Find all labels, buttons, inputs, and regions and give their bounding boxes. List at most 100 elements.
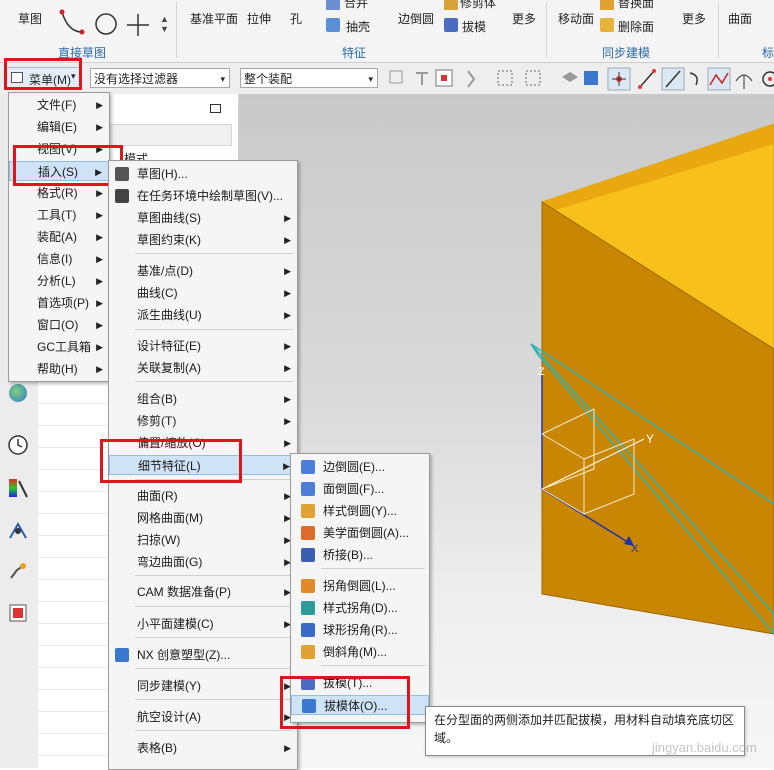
menu-item-草图[interactable]: 草图(H)... (109, 164, 297, 184)
replace-face-button[interactable]: 替换面 (600, 0, 670, 12)
menu-item-label: 草图(H)... (137, 167, 188, 181)
unite-icon (326, 0, 340, 10)
menu-item-面倒圆[interactable]: 面倒圆(F)... (291, 479, 429, 499)
menu-item-label: 工具(T) (37, 208, 77, 222)
delete-face-button[interactable]: 删除面 (600, 16, 670, 34)
menu-item-label: 文件(F) (37, 98, 77, 112)
roles-robot-icon[interactable] (7, 560, 29, 582)
chevron-right-icon: ▶ (284, 213, 291, 223)
menu-item-label: 窗口(O) (37, 318, 79, 332)
menu-item-桥接[interactable]: 桥接(B)... (291, 545, 429, 565)
unite-button[interactable]: 合并 (326, 0, 386, 12)
menu-separator (135, 575, 293, 576)
menu-item-label: 草图曲线(S) (137, 211, 201, 225)
chevron-right-icon: ▶ (96, 342, 103, 352)
axis-label-x: X (631, 543, 639, 555)
menu-item-在任务环境中绘制草图[interactable]: 在任务环境中绘制草图(V)... (109, 186, 297, 206)
web-browser-icon[interactable] (9, 384, 27, 402)
menu-item-草图曲线[interactable]: 草图曲线(S) ▶ (109, 208, 297, 228)
replace-face-label: 替换面 (618, 0, 655, 10)
menu-item-首选项[interactable]: 首选项(P) ▶ (9, 293, 109, 313)
menu-item-小平面建模[interactable]: 小平面建模(C) ▶ (109, 614, 297, 634)
assembly-scope-select[interactable]: 整个装配 ▾ (240, 68, 378, 88)
menu-item-label: 修剪(T) (137, 414, 177, 428)
more-button-feature[interactable]: 更多 (510, 0, 540, 40)
face-blend-icon (301, 482, 315, 496)
menu-item-格式[interactable]: 格式(R) ▶ (9, 183, 109, 203)
menu-item-label: 弯边曲面(G) (137, 555, 203, 569)
menu-item-关联复制[interactable]: 关联复制(A) ▶ (109, 358, 297, 378)
sketch-label: 草图 (18, 12, 43, 26)
menu-item-label: 同步建模(Y) (137, 679, 201, 693)
selection-tools-icon[interactable] (386, 67, 774, 91)
shell-button[interactable]: 抽壳 (326, 16, 386, 34)
visualization-palette-icon[interactable] (7, 477, 29, 499)
menu-item-修剪[interactable]: 修剪(T) ▶ (109, 411, 297, 431)
menu-item-文件[interactable]: 文件(F) ▶ (9, 95, 109, 115)
history-clock-icon[interactable] (7, 434, 29, 456)
menu-item-曲面[interactable]: 曲面(R) ▶ (109, 486, 297, 506)
menu-item-派生曲线[interactable]: 派生曲线(U) ▶ (109, 305, 297, 325)
menu-item-窗口[interactable]: 窗口(O) ▶ (9, 315, 109, 335)
menu-item-表格[interactable]: 表格(B) ▶ (109, 738, 297, 758)
menu-item-扫掠[interactable]: 扫掠(W) ▶ (109, 530, 297, 550)
menu-separator (321, 665, 425, 666)
chevron-right-icon: ▶ (96, 276, 103, 286)
menu-item-曲线[interactable]: 曲线(C) ▶ (109, 283, 297, 303)
styled-corner-icon (301, 601, 315, 615)
menu-item-分析[interactable]: 分析(L) ▶ (9, 271, 109, 291)
menu-item-样式拐角[interactable]: 样式拐角(D)... (291, 598, 429, 618)
maximize-icon[interactable] (210, 104, 221, 113)
menu-item-组合[interactable]: 组合(B) ▶ (109, 389, 297, 409)
menu-item-信息[interactable]: 信息(I) ▶ (9, 249, 109, 269)
menu-item-同步建模[interactable]: 同步建模(Y) ▶ (109, 676, 297, 696)
nx-realize-shape-icon (115, 648, 129, 662)
menu-item-样式倒圆[interactable]: 样式倒圆(Y)... (291, 501, 429, 521)
hole-button[interactable]: 孔 (284, 0, 310, 40)
menu-item-球形拐角[interactable]: 球形拐角(R)... (291, 620, 429, 640)
sketch-button[interactable]: 草图 (4, 0, 48, 44)
menu-item-美学面倒圆[interactable]: 美学面倒圆(A)... (291, 523, 429, 543)
menu-item-网格曲面[interactable]: 网格曲面(M) ▶ (109, 508, 297, 528)
menu-separator (135, 381, 293, 382)
menu-item-label: 小平面建模(C) (137, 617, 214, 631)
menu-item-编辑[interactable]: 编辑(E) ▶ (9, 117, 109, 137)
menu-item-草图约束[interactable]: 草图约束(K) ▶ (109, 230, 297, 250)
chevron-right-icon: ▶ (284, 438, 291, 448)
chevron-right-icon: ▶ (96, 232, 103, 242)
system-scene-icon[interactable] (7, 602, 29, 624)
datum-plane-button[interactable]: 基准平面 (184, 0, 240, 40)
menu-item-倒斜角[interactable]: 倒斜角(M)... (291, 642, 429, 662)
sketch-curve-tools-icon[interactable]: ▲ ▼ (56, 2, 176, 42)
extrude-button[interactable]: 拉伸 (244, 0, 278, 40)
highlight-box-menu (4, 58, 82, 90)
process-studio-icon[interactable] (7, 519, 29, 541)
draft-label: 拔模 (462, 20, 487, 34)
menu-item-label: GC工具箱 (37, 340, 92, 354)
menu-item-设计特征[interactable]: 设计特征(E) ▶ (109, 336, 297, 356)
menu-item-帮助[interactable]: 帮助(H) ▶ (9, 359, 109, 379)
menu-item-工具[interactable]: 工具(T) ▶ (9, 205, 109, 225)
move-face-button[interactable]: 移动面 (554, 0, 594, 40)
selection-filter-select[interactable]: 没有选择过滤器 ▾ (90, 68, 230, 88)
more-button-sync[interactable]: 更多 (680, 0, 710, 40)
edge-blend-button[interactable]: 边倒圆 (396, 0, 436, 40)
menu-item-label: 格式(R) (37, 186, 78, 200)
menu-item-label: 编辑(E) (37, 120, 77, 134)
draft-button[interactable]: 拔模 (444, 16, 504, 34)
menu-item-cam-数据准备[interactable]: CAM 数据准备(P) ▶ (109, 582, 297, 602)
menu-item-label: 设计特征(E) (137, 339, 201, 353)
menu-item-基准-点[interactable]: 基准/点(D) ▶ (109, 261, 297, 281)
menu-separator (135, 730, 293, 731)
chevron-right-icon: ▶ (284, 743, 291, 753)
surface-button[interactable]: 曲面 (724, 0, 758, 40)
menu-item-nx-创意塑型[interactable]: NX 创意塑型(Z)... (109, 645, 297, 665)
trim-body-button[interactable]: 修剪体 (444, 0, 504, 12)
menu-item-边倒圆[interactable]: 边倒圆(E)... (291, 457, 429, 477)
menu-item-装配[interactable]: 装配(A) ▶ (9, 227, 109, 247)
delete-face-icon (600, 18, 614, 32)
menu-item-弯边曲面[interactable]: 弯边曲面(G) ▶ (109, 552, 297, 572)
menu-item-gc工具箱[interactable]: GC工具箱 ▶ (9, 337, 109, 357)
menu-item-航空设计[interactable]: 航空设计(A) ▶ (109, 707, 297, 727)
menu-item-拐角倒圆[interactable]: 拐角倒圆(L)... (291, 576, 429, 596)
